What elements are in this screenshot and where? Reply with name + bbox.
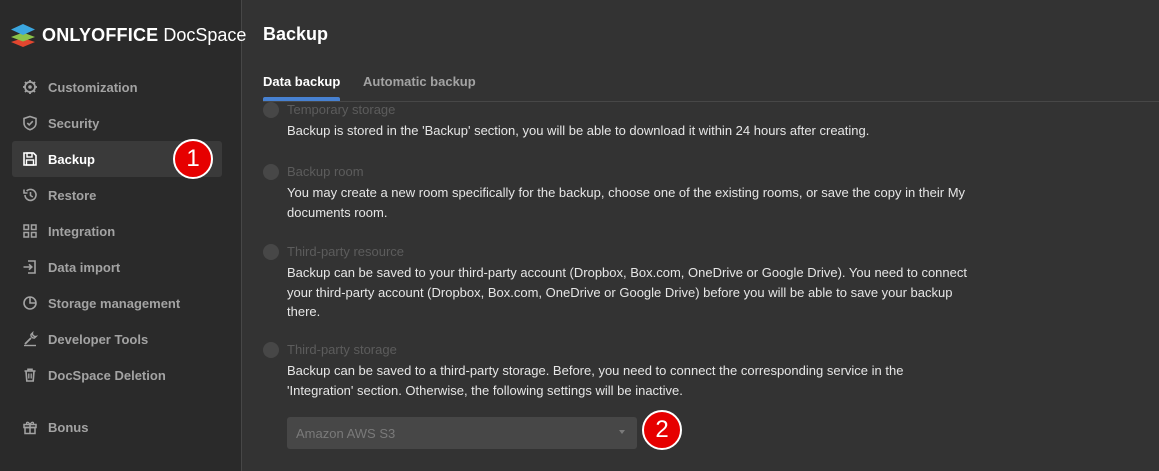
tab-data-backup[interactable]: Data backup [263,74,341,101]
shield-icon [22,115,38,131]
option-label: Third-party storage [287,342,397,357]
storage-select[interactable]: Amazon AWS S3 [287,417,637,449]
sidebar-item-customization[interactable]: Customization [12,69,222,105]
import-icon [22,259,38,275]
storage-select-value: Amazon AWS S3 [296,425,396,441]
sidebar-item-label: Bonus [48,419,89,435]
logo[interactable]: ONLYOFFICE DocSpace [10,22,246,48]
sidebar-item-docspace-deletion[interactable]: DocSpace Deletion [12,357,222,393]
option-label: Temporary storage [287,102,396,117]
radio-third-party-resource[interactable] [263,244,279,260]
sidebar-item-label: DocSpace Deletion [48,367,166,383]
tab-automatic-backup[interactable]: Automatic backup [363,74,476,100]
gift-icon [22,419,38,435]
tab-bar: Data backup Automatic backup [263,74,1159,102]
callout-marker-1: 1 [173,139,213,179]
logo-product: DocSpace [163,24,247,45]
history-icon [22,187,38,203]
option-label: Third-party resource [287,244,405,259]
logo-text: ONLYOFFICE DocSpace [42,25,246,46]
sidebar-nav: Customization Security Backup Restore In… [12,69,222,445]
sidebar-item-label: Backup [48,151,95,167]
sidebar-item-label: Security [48,115,100,131]
option-description: Backup can be saved to a third-party sto… [287,363,904,398]
sidebar-item-restore[interactable]: Restore [12,177,222,213]
sidebar-item-bonus[interactable]: Bonus [12,409,222,445]
gear-icon [22,79,38,95]
sidebar-item-security[interactable]: Security [12,105,222,141]
sidebar-item-storage-management[interactable]: Storage management [12,285,222,321]
database-icon [22,295,38,311]
option-description: Backup is stored in the 'Backup' section… [287,123,870,138]
option-description: Backup can be saved to your third-party … [287,265,967,319]
main-content: Backup Data backup Automatic backup Temp… [243,0,1159,471]
onlyoffice-logo-icon [11,24,35,47]
app-window: ONLYOFFICE DocSpace Customization Securit… [0,0,1159,471]
logo-brand: ONLYOFFICE [42,24,159,45]
option-label: Backup room [287,164,364,179]
radio-temporary-storage[interactable] [263,102,279,118]
sidebar-item-label: Restore [48,187,97,203]
sidebar: ONLYOFFICE DocSpace Customization Securit… [0,0,246,471]
sidebar-item-label: Developer Tools [48,331,149,347]
sidebar-item-developer-tools[interactable]: Developer Tools [12,321,222,357]
sidebar-item-label: Integration [48,223,116,239]
sidebar-item-label: Storage management [48,295,181,311]
sidebar-item-data-import[interactable]: Data import [12,249,222,285]
callout-marker-2: 2 [642,410,682,450]
sidebar-item-integration[interactable]: Integration [12,213,222,249]
sidebar-item-label: Customization [48,79,138,95]
option-description: You may create a new room specifically f… [287,185,966,220]
page-title: Backup [263,24,329,44]
sidebar-item-label: Data import [48,259,121,275]
trash-icon [22,367,38,383]
save-icon [22,151,38,167]
tools-icon [22,331,38,347]
chevron-down-icon [619,430,625,434]
radio-third-party-storage[interactable] [263,342,279,358]
grid-icon [22,223,38,239]
radio-backup-room[interactable] [263,164,279,180]
